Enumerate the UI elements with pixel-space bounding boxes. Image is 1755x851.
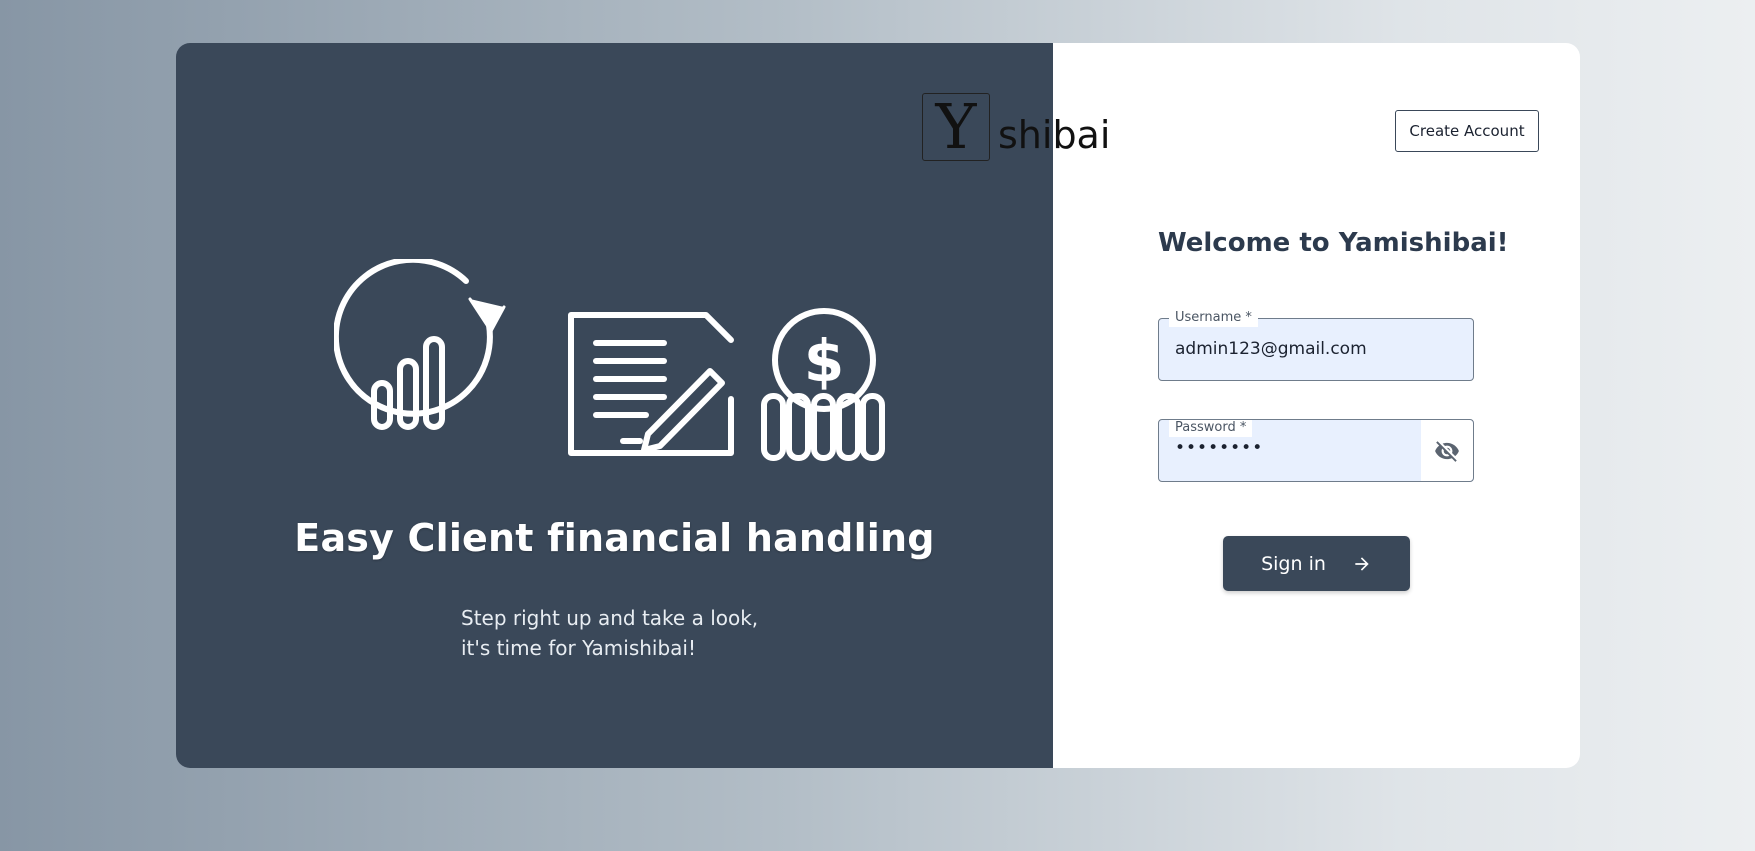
password-input[interactable]: •••••••• bbox=[1175, 438, 1263, 458]
logo-letter-box: Y bbox=[922, 93, 990, 161]
password-label: Password * bbox=[1169, 420, 1253, 437]
hero-tagline: Easy Client financial handling bbox=[294, 516, 935, 560]
username-input[interactable]: admin123@gmail.com bbox=[1175, 339, 1367, 359]
username-label: Username * bbox=[1169, 309, 1258, 327]
hero-illustration: $ bbox=[334, 259, 885, 461]
sign-in-label: Sign in bbox=[1261, 552, 1326, 575]
chart-refresh-icon bbox=[334, 259, 506, 430]
svg-text:$: $ bbox=[804, 327, 844, 395]
password-field[interactable]: Password * •••••••• bbox=[1158, 419, 1474, 482]
eye-off-icon bbox=[1435, 440, 1459, 462]
document-edit-icon bbox=[568, 312, 734, 456]
brand-logo: Y shibai bbox=[922, 93, 1110, 161]
hero-subtext: Step right up and take a look, it's time… bbox=[461, 606, 759, 660]
username-field[interactable]: Username * admin123@gmail.com bbox=[1158, 309, 1474, 381]
dollar-coins-icon: $ bbox=[761, 308, 885, 461]
logo-text: shibai bbox=[998, 113, 1111, 157]
arrow-right-icon bbox=[1352, 554, 1372, 574]
create-account-button[interactable]: Create Account bbox=[1395, 110, 1539, 152]
welcome-heading: Welcome to Yamishibai! bbox=[1158, 228, 1509, 258]
toggle-password-visibility-button[interactable] bbox=[1421, 420, 1473, 481]
sign-in-button[interactable]: Sign in bbox=[1223, 536, 1410, 591]
login-card: $ Easy Client financial handling Step ri… bbox=[176, 43, 1580, 768]
